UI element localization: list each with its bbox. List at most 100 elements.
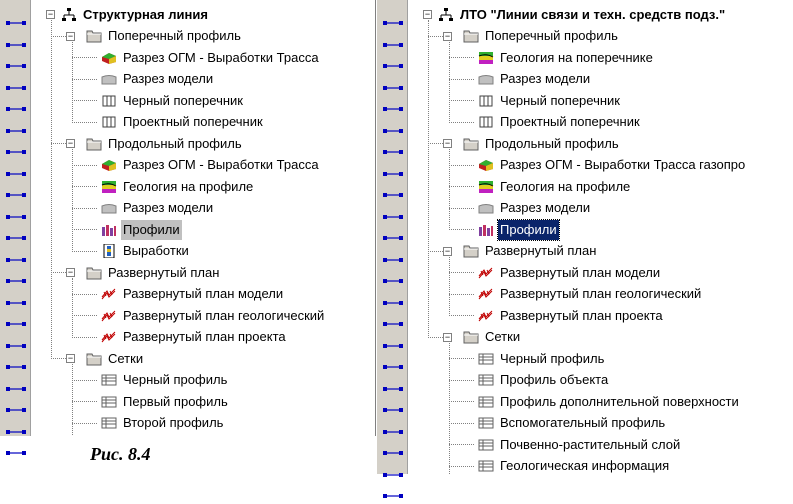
link-icon[interactable] <box>383 336 403 348</box>
collapse-toggle-icon[interactable]: − <box>443 246 452 256</box>
tree-item[interactable]: Геологическая информация <box>478 456 671 475</box>
tree-folder-plan[interactable]: Развернутый план <box>86 262 221 282</box>
link-icon[interactable] <box>6 13 26 25</box>
link-icon[interactable] <box>383 400 403 412</box>
tree-item[interactable]: Развернутый план геологический <box>478 284 703 304</box>
tree-item[interactable]: Развернутый план проекта <box>101 327 288 347</box>
collapse-toggle-icon[interactable]: − <box>443 332 452 342</box>
link-icon[interactable] <box>6 379 26 391</box>
link-icon[interactable] <box>6 78 26 90</box>
collapse-toggle-icon[interactable]: − <box>66 139 75 148</box>
collapse-toggle-icon[interactable]: − <box>66 268 75 277</box>
link-icon[interactable] <box>383 314 403 326</box>
tree-item[interactable]: Выработки <box>101 241 191 261</box>
collapse-toggle-icon[interactable]: − <box>46 10 55 19</box>
tree-item[interactable]: Почвенно-растительный слой <box>478 434 682 454</box>
tree-item[interactable]: Черный поперечник <box>478 90 622 110</box>
tree-item[interactable]: Профиль объекта <box>478 370 610 390</box>
tree-item[interactable]: Разрез модели <box>101 69 215 89</box>
link-icon[interactable] <box>6 142 26 154</box>
tree-item[interactable]: Разрез ОГМ - Выработки Трасса <box>101 155 321 175</box>
tree-folder-grids[interactable]: Сетки <box>86 348 145 368</box>
link-icon[interactable] <box>6 228 26 240</box>
tree-item[interactable]: Развернутый план проекта <box>478 305 665 325</box>
link-icon[interactable] <box>6 422 26 434</box>
link-icon[interactable] <box>6 400 26 412</box>
tree-root[interactable]: ЛТО "Линии связи и техн. средств подз." <box>438 4 727 24</box>
tree-item[interactable]: Второй профиль <box>101 413 225 433</box>
item-label: Черный профиль <box>500 350 605 366</box>
link-icon[interactable] <box>383 121 403 133</box>
tree-item[interactable]: Развернутый план геологический <box>101 305 326 325</box>
link-icon[interactable] <box>6 207 26 219</box>
link-icon[interactable] <box>383 13 403 25</box>
tree-item[interactable]: Развернутый план модели <box>101 284 285 304</box>
tree-item[interactable]: Разрез ОГМ - Выработки Трасса <box>101 47 321 67</box>
link-icon[interactable] <box>383 228 403 240</box>
link-icon[interactable] <box>6 35 26 47</box>
tree-item[interactable]: Геология на профиле <box>101 176 255 196</box>
link-icon[interactable] <box>383 422 403 434</box>
tree-folder-plan[interactable]: Развернутый план <box>463 241 598 261</box>
link-icon[interactable] <box>383 465 403 477</box>
link-icon[interactable] <box>383 271 403 283</box>
tree-root[interactable]: Структурная линия <box>61 4 210 24</box>
link-icon[interactable] <box>6 293 26 305</box>
tree-item[interactable]: Профили <box>101 219 182 240</box>
collapse-toggle-icon[interactable]: − <box>443 31 452 41</box>
tree-folder-long-profile[interactable]: Продольный профиль <box>86 133 244 153</box>
link-icon[interactable] <box>6 121 26 133</box>
tree-item[interactable]: Разрез модели <box>478 69 592 89</box>
link-icon[interactable] <box>6 336 26 348</box>
tree-item[interactable]: Разрез модели <box>478 198 592 218</box>
link-icon[interactable] <box>6 443 26 455</box>
link-icon[interactable] <box>6 357 26 369</box>
link-icon[interactable] <box>383 185 403 197</box>
tree-item[interactable]: Вспомогательный профиль <box>478 413 667 433</box>
link-icon[interactable] <box>6 56 26 68</box>
tree-folder-grids[interactable]: Сетки <box>463 327 522 347</box>
tree-item[interactable]: Профили <box>478 218 560 241</box>
link-icon[interactable] <box>383 357 403 369</box>
collapse-toggle-icon[interactable]: − <box>66 354 75 363</box>
tree-item[interactable]: Профиль дополнительной поверхности <box>478 391 741 411</box>
tree-item[interactable]: Геология на поперечнике <box>478 47 655 67</box>
tree-item[interactable]: Черный профиль <box>478 348 606 368</box>
tree-item[interactable]: Первый профиль <box>101 391 230 411</box>
link-icon[interactable] <box>383 293 403 305</box>
tree-item[interactable]: Развернутый план модели <box>478 262 662 282</box>
tree-item[interactable]: Черный поперечник <box>101 90 245 110</box>
collapse-toggle-icon[interactable]: − <box>443 139 452 148</box>
tree-item[interactable]: Геология на профиле <box>478 176 632 196</box>
link-icon[interactable] <box>6 314 26 326</box>
link-icon[interactable] <box>6 271 26 283</box>
link-icon[interactable] <box>383 486 403 498</box>
tree-item[interactable]: Разрез ОГМ - Выработки Трасса газопро <box>478 155 747 175</box>
tree-folder-cross-profile[interactable]: Поперечный профиль <box>86 26 243 46</box>
link-icon[interactable] <box>383 164 403 176</box>
tree-item[interactable]: Проектный поперечник <box>101 112 265 132</box>
tree-item[interactable]: Разрез модели <box>101 198 215 218</box>
tree-item[interactable]: Проектный поперечник <box>478 112 642 132</box>
link-icon[interactable] <box>383 35 403 47</box>
link-icon[interactable] <box>383 250 403 262</box>
link-icon[interactable] <box>383 443 403 455</box>
link-icon[interactable] <box>383 99 403 111</box>
tree-folder-cross-profile[interactable]: Поперечный профиль <box>463 26 620 46</box>
tree-folder-long-profile[interactable]: Продольный профиль <box>463 133 621 153</box>
link-icon[interactable] <box>383 56 403 68</box>
link-icon[interactable] <box>383 142 403 154</box>
link-icon[interactable] <box>6 164 26 176</box>
link-icon[interactable] <box>6 99 26 111</box>
link-icon[interactable] <box>6 250 26 262</box>
left-tree: Структурная линия − Поперечный профиль − Раз… <box>30 0 375 436</box>
link-icon[interactable] <box>383 207 403 219</box>
link-icon[interactable] <box>383 379 403 391</box>
tree-item[interactable]: Черный профиль <box>101 370 229 390</box>
link-icon[interactable] <box>383 78 403 90</box>
tree-item[interactable]: Элементы плана <box>101 434 227 436</box>
collapse-toggle-icon[interactable]: − <box>66 31 75 41</box>
collapse-toggle-icon[interactable]: − <box>423 10 432 19</box>
link-icon[interactable] <box>6 185 26 197</box>
tree-connector <box>72 78 97 80</box>
